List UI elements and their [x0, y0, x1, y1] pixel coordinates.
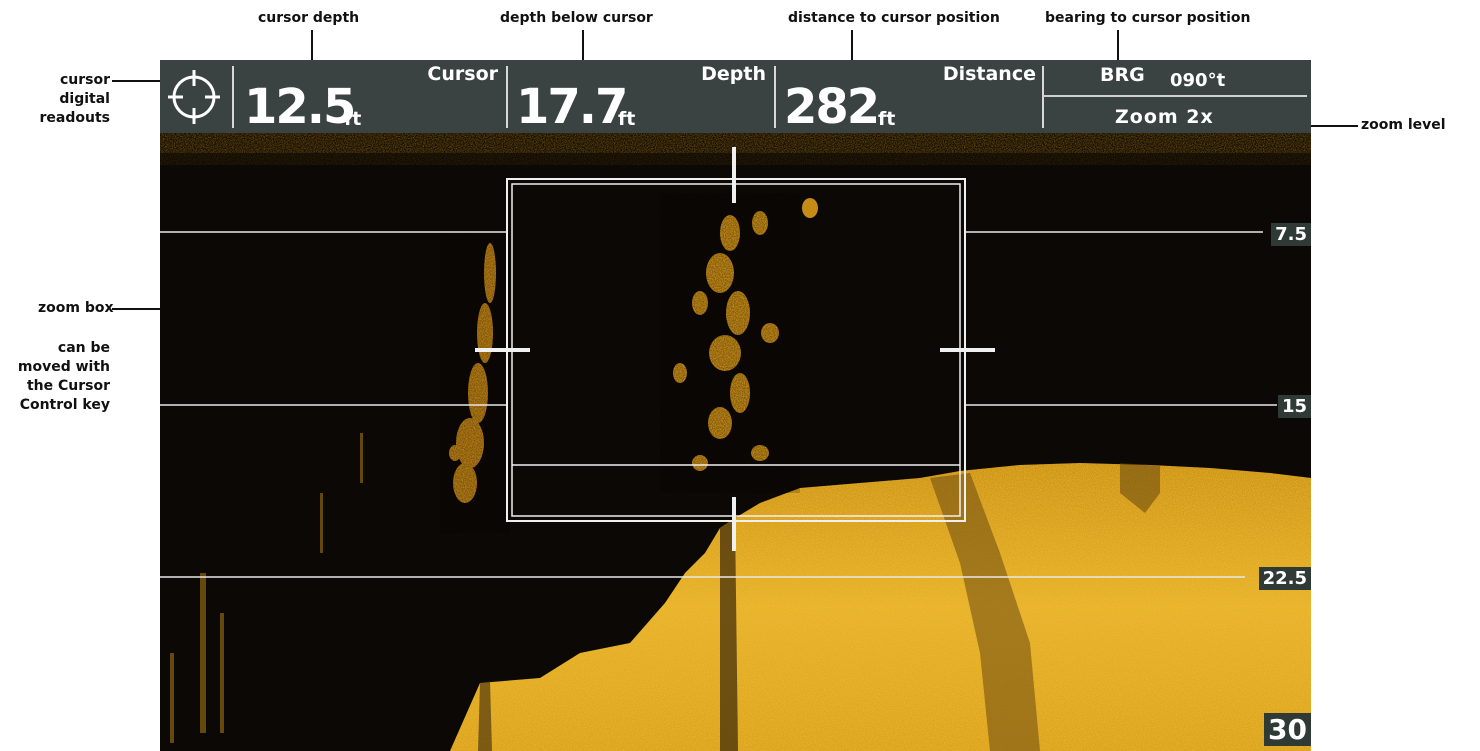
header-divider — [506, 66, 508, 128]
cursor-depth-readout: Cursor 12.5 ft — [238, 60, 506, 133]
distance-value: 282 — [784, 79, 880, 135]
crosshair-circle-icon[interactable] — [168, 70, 220, 124]
callout-zoom-level: zoom level — [1361, 117, 1446, 133]
bearing-zoom-divider — [1043, 95, 1307, 97]
sonar-image — [160, 133, 1311, 751]
cursor-depth-value: 12.5 — [244, 79, 356, 135]
sonar-help-figure: cursor depth depth below cursor distance… — [0, 0, 1480, 751]
callout-zoom-box-note: can be moved with the Cursor Control key — [17, 340, 110, 413]
distance-unit: ft — [878, 108, 896, 130]
depth-label: Depth — [701, 63, 766, 85]
callout-zoom-box: zoom box — [38, 300, 114, 316]
zoom-level-value: Zoom 2x — [1115, 106, 1214, 128]
cursor-depth-unit: ft — [344, 108, 362, 130]
header-divider — [774, 66, 776, 128]
depth-scale-label: 7.5 — [1271, 223, 1311, 246]
callout-depth-below-cursor: depth below cursor — [500, 10, 653, 26]
depth-scale-label: 15 — [1277, 395, 1311, 418]
bearing-label: BRG — [1100, 64, 1145, 86]
header-divider — [232, 66, 234, 128]
depth-below-cursor-value: 17.7 — [516, 79, 628, 135]
depth-below-cursor-unit: ft — [618, 108, 636, 130]
header-divider — [1042, 66, 1044, 128]
sonar-display: Cursor 12.5 ft Depth 17.7 ft Distance 28… — [160, 60, 1311, 751]
callout-cursor-depth: cursor depth — [258, 10, 360, 26]
bearing-value: 090°t — [1170, 70, 1226, 91]
depth-below-cursor-readout: Depth 17.7 ft — [510, 60, 774, 133]
readout-header-bar: Cursor 12.5 ft Depth 17.7 ft Distance 28… — [160, 60, 1311, 133]
depth-scale-label: 22.5 — [1258, 567, 1311, 590]
cursor-label: Cursor — [427, 63, 498, 85]
callout-distance-to-cursor: distance to cursor position — [788, 10, 1000, 26]
callout-cursor-digital-readouts: cursor digital readouts — [39, 72, 110, 126]
distance-readout: Distance 282 ft — [778, 60, 1042, 133]
callout-bearing-to-cursor: bearing to cursor position — [1045, 10, 1251, 26]
depth-scale-label: 30 — [1264, 713, 1311, 746]
distance-label: Distance — [942, 63, 1036, 85]
